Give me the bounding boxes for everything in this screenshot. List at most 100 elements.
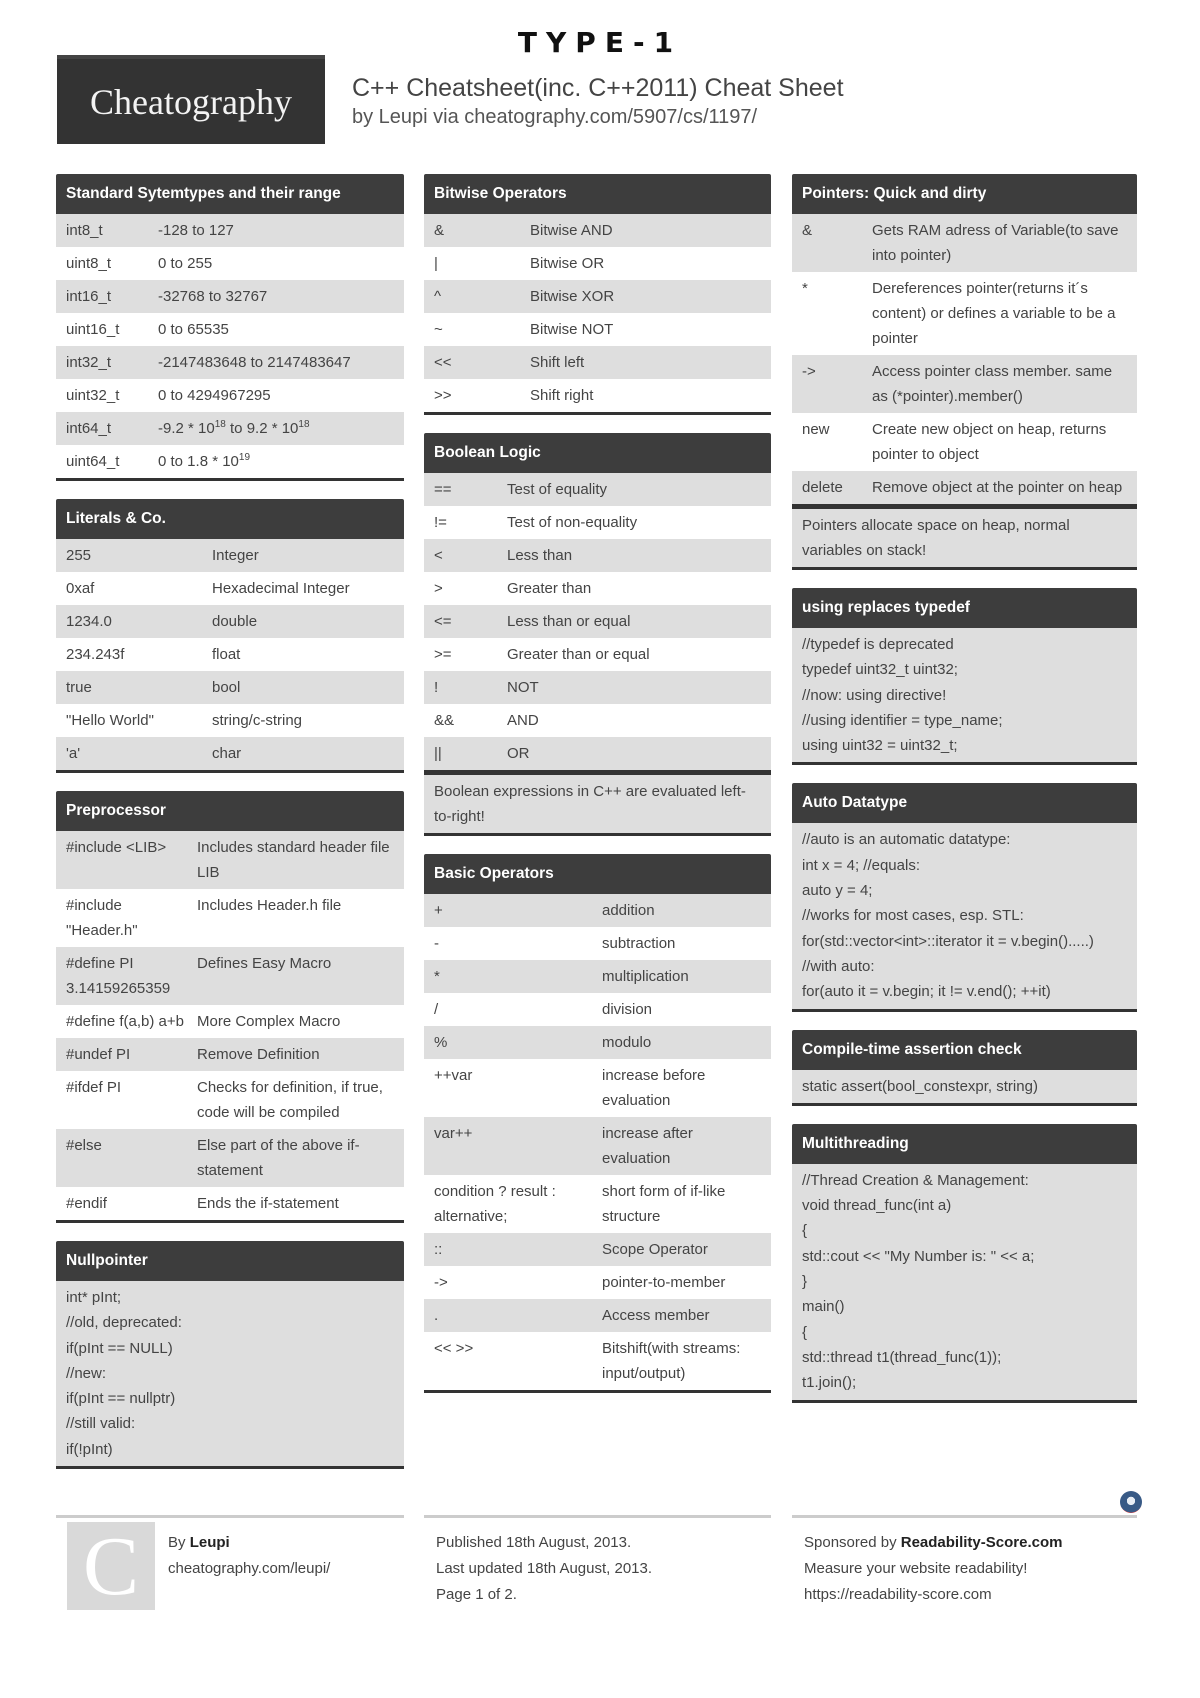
column-1: Standard Sytemtypes and their range int8…: [56, 174, 404, 1487]
row-value: float: [212, 646, 241, 663]
author-avatar[interactable]: C: [67, 1522, 155, 1612]
sponsor-logo-icon[interactable]: [1120, 1491, 1142, 1513]
table-row: << >> Bitshift(with streams: input/output…: [424, 1332, 771, 1390]
section-title: using replaces typedef: [792, 588, 1137, 628]
rows-container: #include <LIB> Includes standard header f…: [56, 831, 404, 1220]
code-line: {: [802, 1222, 808, 1240]
sheet-byline[interactable]: by Leupi via cheatography.com/5907/cs/11…: [352, 106, 757, 129]
table-row: 234.243f float: [56, 638, 404, 671]
column-2: Bitwise Operators & Bitwise AND | Bitwise O…: [424, 174, 771, 1411]
row-key: <<: [434, 354, 452, 371]
table-row: -> pointer-to-member: [424, 1266, 771, 1299]
table-row: #include "Header.h" Includes Header.h fil…: [56, 889, 404, 947]
row-key: ||: [434, 745, 442, 762]
rows-container: 255 Integer 0xaf Hexadecimal Integer 1234.0 d…: [56, 539, 404, 770]
table-row: ++var increase before evaluation: [424, 1059, 771, 1117]
footer-divider: [792, 1515, 1137, 1518]
code-block: //auto is an automatic datatype: int x = …: [792, 823, 1137, 1009]
row-value: Bitwise XOR: [530, 288, 615, 305]
row-value: addition: [602, 902, 655, 919]
section-title: Multithreading: [792, 1123, 1137, 1164]
table-row: == Test of equality: [424, 473, 771, 506]
footer-divider: [424, 1515, 771, 1518]
code-line: auto y = 4;: [802, 882, 873, 900]
section-nullpointer: Nullpointer int* pInt; //old, deprecated:…: [56, 1241, 404, 1470]
row-key: "Hello World": [66, 712, 154, 729]
table-row: true bool: [56, 671, 404, 704]
sponsor-tagline: Measure your website readability!: [804, 1560, 1028, 1577]
row-value: Test of non-equality: [507, 514, 638, 531]
code-block: //Thread Creation & Management: void thre…: [792, 1163, 1137, 1400]
value-text: 0 to 1.8 * 10: [158, 453, 239, 470]
code-line: using uint32 = uint32_t;: [802, 737, 958, 755]
table-row: uint8_t 0 to 255: [56, 247, 404, 280]
section-title: Standard Sytemtypes and their range: [56, 174, 404, 214]
row-key: +: [434, 902, 443, 919]
code-line: if(pInt == nullptr): [66, 1390, 176, 1408]
row-value: -9.2 * 1018 to 9.2 * 1018: [158, 416, 404, 441]
table-row: delete Remove object at the pointer on he…: [792, 471, 1137, 504]
by-prefix: By: [168, 1534, 190, 1551]
table-row: * multiplication: [424, 960, 771, 993]
table-row: int16_t -32768 to 32767: [56, 280, 404, 313]
row-key: << >>: [434, 1340, 474, 1357]
table-row: | Bitwise OR: [424, 247, 771, 280]
row-key: &&: [434, 712, 455, 729]
row-value: modulo: [602, 1034, 652, 1051]
row-key: &: [802, 222, 813, 239]
row-key: >: [434, 580, 443, 597]
rows-container: == Test of equality != Test of non-equality…: [424, 473, 771, 770]
row-value: short form of if-like structure: [602, 1183, 726, 1225]
table-row: 0xaf Hexadecimal Integer: [56, 572, 404, 605]
section-boolean: Boolean Logic == Test of equality != Test o…: [424, 433, 771, 836]
row-value: bool: [212, 679, 241, 696]
row-key: #define PI 3.14159265359: [66, 955, 171, 997]
table-row: > Greater than: [424, 572, 771, 605]
code-line: typedef uint32_t uint32;: [802, 661, 958, 679]
table-row: / division: [424, 993, 771, 1026]
row-key: condition ? result : alternative;: [434, 1183, 556, 1225]
sponsor-line: Sponsored by Readability-Score.com: [804, 1530, 1062, 1556]
section-static-assert: Compile-time assertion check static asse…: [792, 1029, 1137, 1106]
section-using: using replaces typedef //typedef is depr…: [792, 588, 1137, 766]
row-key: #else: [66, 1137, 102, 1154]
row-key: /: [434, 1001, 439, 1018]
rows-container: int8_t -128 to 127 uint8_t 0 to 255 int16_t -…: [56, 214, 404, 478]
rows-container: & Gets RAM adress of Variable(to save int…: [792, 214, 1137, 504]
row-key: true: [66, 679, 92, 696]
row-key: !: [434, 679, 439, 696]
row-value: Remove object at the pointer on heap: [872, 479, 1123, 496]
table-row: :: Scope Operator: [424, 1233, 771, 1266]
table-row: ! NOT: [424, 671, 771, 704]
section-title: Pointers: Quick and dirty: [792, 174, 1137, 214]
table-row: condition ? result : alternative; short f…: [424, 1175, 771, 1233]
table-row: uint16_t 0 to 65535: [56, 313, 404, 346]
table-row: int8_t -128 to 127: [56, 214, 404, 247]
table-row: #define PI 3.14159265359 Defines Easy Mac…: [56, 947, 404, 1005]
author-link[interactable]: cheatography.com/leupi/: [168, 1556, 330, 1582]
row-value: -128 to 127: [158, 222, 234, 239]
section-note: Pointers allocate space on heap, normal …: [792, 504, 1137, 567]
exponent: 18: [214, 419, 226, 430]
footer-dates: Published 18th August, 2013. Last update…: [436, 1530, 652, 1608]
cheatography-logo[interactable]: Cheatography: [57, 55, 325, 144]
row-value: Less than: [507, 547, 573, 564]
row-key: *: [434, 968, 440, 985]
section-preprocessor: Preprocessor #include <LIB> Includes stan…: [56, 791, 404, 1223]
table-row: int32_t -2147483648 to 2147483647: [56, 346, 404, 379]
row-key: <: [434, 547, 443, 564]
table-row: != Test of non-equality: [424, 506, 771, 539]
author-name[interactable]: Leupi: [190, 1534, 230, 1551]
rows-container: & Bitwise AND | Bitwise OR ^ Bitwise XOR ~ Bitw…: [424, 214, 771, 412]
table-row: #endif Ends the if-statement: [56, 1187, 404, 1220]
table-row: & Bitwise AND: [424, 214, 771, 247]
table-row: ~ Bitwise NOT: [424, 313, 771, 346]
sponsor-link[interactable]: https://readability-score.com: [804, 1582, 1062, 1608]
row-key: 'a': [66, 745, 81, 762]
section-title: Auto Datatype: [792, 783, 1137, 824]
sponsor-name[interactable]: Readability-Score.com: [901, 1534, 1063, 1551]
code-line: {: [802, 1323, 808, 1341]
footer-author: By Leupi cheatography.com/leupi/: [168, 1530, 330, 1582]
table-row: int64_t -9.2 * 1018 to 9.2 * 1018: [56, 412, 404, 445]
code-line: int x = 4; //equals:: [802, 856, 920, 874]
